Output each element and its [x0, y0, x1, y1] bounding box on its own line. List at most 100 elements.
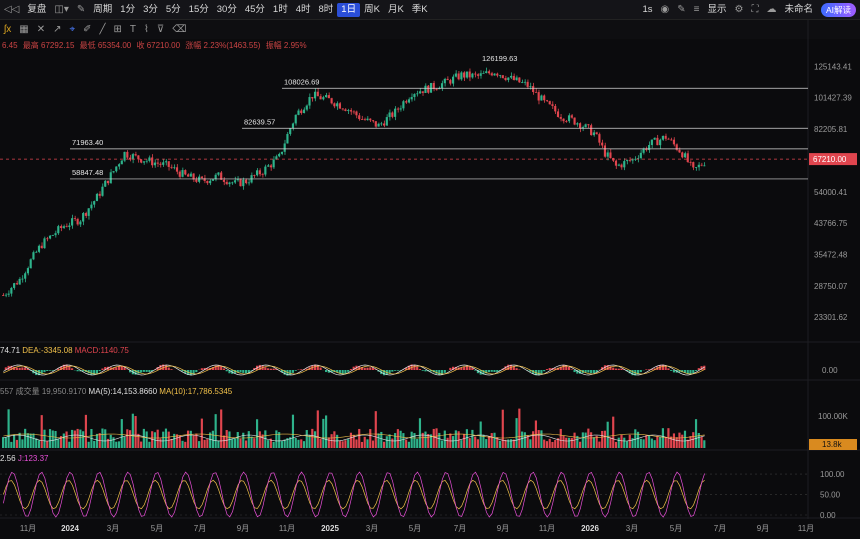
candle	[396, 108, 399, 110]
volume-bar	[625, 441, 629, 448]
volume-bar	[341, 441, 344, 448]
volume-bar	[581, 432, 584, 448]
candle	[106, 180, 110, 184]
macd-bar	[416, 366, 419, 370]
price-tick: 23301.62	[814, 313, 848, 322]
candle	[189, 173, 192, 177]
volume-bar	[35, 438, 38, 448]
volume-bar	[184, 441, 187, 448]
volume-bar	[283, 439, 286, 448]
price-tick: 54000.41	[814, 188, 848, 197]
macd-bar	[21, 367, 24, 370]
macd-bar	[145, 370, 148, 372]
candle	[29, 259, 32, 269]
candle	[57, 226, 60, 234]
candle	[592, 132, 595, 136]
candle	[681, 152, 684, 158]
candle	[471, 73, 474, 78]
macd-bar	[43, 370, 46, 373]
macd-bar	[694, 370, 698, 371]
volume-bar	[109, 434, 112, 448]
macd-bar	[490, 370, 493, 372]
macd-bar	[614, 368, 618, 370]
candle	[211, 179, 214, 181]
volume-bar	[584, 432, 587, 448]
candle	[95, 193, 99, 202]
macd-bar	[289, 370, 292, 375]
candle	[109, 172, 112, 184]
candle	[247, 182, 250, 184]
candle	[322, 97, 325, 100]
candle	[380, 123, 383, 125]
candle	[614, 160, 618, 166]
candle	[24, 273, 27, 279]
candle	[37, 245, 41, 252]
macd-bar	[612, 367, 615, 370]
candle	[609, 152, 612, 158]
candle	[330, 98, 333, 104]
x-tick: 9月	[237, 524, 249, 533]
candle	[559, 116, 562, 119]
volume-bar	[106, 438, 110, 448]
x-tick: 11月	[279, 524, 295, 533]
volume-bar	[529, 439, 532, 448]
candle	[101, 186, 104, 196]
volume-bar	[140, 441, 143, 448]
volume-bar	[126, 429, 129, 448]
candle	[21, 278, 24, 280]
candle	[388, 112, 391, 118]
candle	[325, 95, 328, 98]
candle	[280, 151, 283, 154]
macd-bar	[421, 370, 424, 371]
volume-bar	[645, 435, 648, 448]
candle	[507, 77, 510, 81]
volume-bar	[678, 432, 681, 448]
macd-bar	[443, 370, 446, 373]
candle	[545, 100, 549, 102]
volume-bar	[377, 433, 380, 448]
volume-bar	[703, 440, 706, 448]
volume-bar	[333, 431, 336, 448]
volume-bar	[639, 438, 642, 448]
volume-bar	[181, 440, 184, 448]
candle	[474, 73, 477, 75]
candle	[93, 201, 96, 205]
candle	[598, 134, 601, 143]
candle	[283, 143, 286, 152]
candle	[606, 152, 609, 157]
candle	[487, 71, 491, 74]
macd-bar	[391, 370, 394, 372]
volume-bar	[112, 437, 115, 448]
volume-bar	[40, 415, 43, 448]
volume-bar	[543, 439, 546, 448]
candle	[587, 124, 590, 126]
candle	[316, 91, 319, 97]
candle	[576, 123, 579, 125]
candle	[231, 182, 234, 184]
volume-bar	[468, 438, 471, 448]
candlestick-chart[interactable]: 125143.41 101427.39 82205.81 54000.41 43766.…	[0, 0, 860, 539]
volume-bar	[358, 428, 361, 448]
volume-bar	[565, 437, 568, 448]
macd-bar	[98, 370, 101, 372]
candle	[603, 145, 607, 157]
x-tick: 3月	[366, 524, 378, 533]
candle	[123, 151, 126, 161]
candle	[543, 95, 546, 101]
candle	[548, 101, 551, 105]
volume-bar	[217, 440, 220, 448]
candle	[297, 110, 300, 115]
volume-bar	[474, 436, 477, 448]
macd-bar	[543, 370, 546, 372]
volume-bar	[664, 436, 667, 448]
candle	[413, 94, 416, 98]
candle	[504, 78, 507, 81]
volume-bar	[159, 438, 162, 448]
volume-bar	[385, 436, 388, 448]
volume-bar	[562, 435, 565, 448]
candle	[134, 154, 137, 156]
macd-bar	[463, 366, 466, 370]
volume-bar	[87, 441, 90, 448]
candle	[159, 163, 162, 165]
volume-bar	[21, 439, 24, 448]
